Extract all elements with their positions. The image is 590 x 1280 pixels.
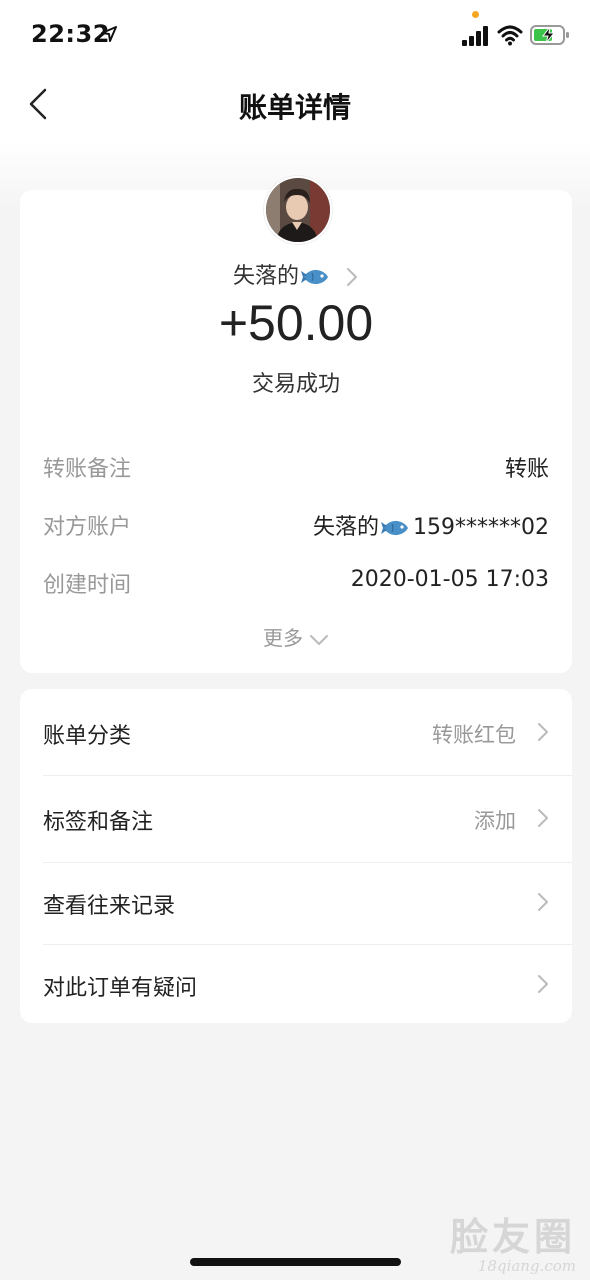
counterparty-account: 159******02 bbox=[413, 515, 549, 540]
status-time: 22:32 bbox=[31, 20, 110, 48]
menu-item-transaction-history[interactable]: 查看往来记录 bbox=[20, 863, 572, 944]
detail-row-created-time: 创建时间 2020-01-05 17:03 bbox=[43, 567, 549, 601]
chevron-right-icon bbox=[347, 268, 357, 286]
menu-label: 账单分类 bbox=[43, 724, 132, 749]
page-title: 账单详情 bbox=[238, 91, 351, 124]
wifi-icon bbox=[497, 25, 523, 46]
transaction-summary-card: 失落的 +50.00 交易成功 转账备注 转账 对方账户 失落的 159****… bbox=[20, 176, 572, 673]
detail-row-remark: 转账备注 转账 bbox=[43, 451, 549, 485]
status-bar: 22:32 bbox=[0, 0, 590, 72]
avatar-image bbox=[266, 178, 330, 242]
menu-item-bill-category[interactable]: 账单分类 转账红包 bbox=[20, 689, 572, 775]
menu-item-tags-notes[interactable]: 标签和备注 添加 bbox=[20, 776, 572, 862]
menu-value: 添加 bbox=[474, 809, 516, 833]
chevron-right-icon bbox=[538, 975, 548, 993]
chevron-right-icon bbox=[538, 893, 548, 911]
fish-emoji-icon bbox=[301, 269, 328, 285]
watermark: 脸友圈 18qiang.com bbox=[450, 1206, 576, 1275]
detail-value: 失落的 159******02 bbox=[313, 509, 549, 541]
bill-actions-card: 账单分类 转账红包 标签和备注 添加 查看往来记录 对此订单有疑问 bbox=[20, 689, 572, 1023]
menu-label: 查看往来记录 bbox=[43, 894, 176, 919]
battery-charging-icon bbox=[530, 25, 569, 45]
detail-value: 2020-01-05 17:03 bbox=[350, 567, 549, 592]
detail-label: 转账备注 bbox=[43, 457, 132, 482]
chevron-down-icon bbox=[310, 634, 328, 645]
fish-emoji-icon bbox=[381, 520, 408, 536]
menu-label: 对此订单有疑问 bbox=[43, 976, 198, 1001]
counterparty-name: 失落的 bbox=[312, 515, 379, 540]
detail-row-counterparty: 对方账户 失落的 159******02 bbox=[43, 509, 549, 543]
navigation-bar: 账单详情 bbox=[0, 72, 590, 136]
transaction-amount: +50.00 bbox=[218, 295, 374, 351]
menu-value: 转账红包 bbox=[432, 723, 516, 747]
payee-name-row[interactable]: 失落的 bbox=[20, 258, 572, 290]
more-details-button[interactable]: 更多 bbox=[20, 622, 572, 651]
detail-label: 对方账户 bbox=[43, 515, 132, 540]
home-indicator[interactable] bbox=[190, 1258, 401, 1266]
menu-item-order-question[interactable]: 对此订单有疑问 bbox=[20, 945, 572, 1023]
more-label: 更多 bbox=[263, 626, 303, 650]
detail-label: 创建时间 bbox=[43, 573, 132, 598]
payee-avatar[interactable] bbox=[264, 176, 332, 244]
menu-label: 标签和备注 bbox=[43, 810, 154, 835]
bill-detail-screen: 22:32 账单详情 失落的 +50.00 交易成功 转账备注 转账 对方账户 … bbox=[0, 0, 590, 1280]
transaction-status: 交易成功 bbox=[251, 372, 340, 397]
chevron-right-icon bbox=[538, 723, 548, 741]
location-arrow-icon bbox=[101, 26, 117, 42]
cellular-signal-icon bbox=[462, 26, 488, 46]
payee-name: 失落的 bbox=[232, 264, 299, 289]
detail-value: 转账 bbox=[504, 457, 549, 482]
watermark-logo: 脸友圈 bbox=[449, 1214, 576, 1259]
chevron-right-icon bbox=[538, 809, 548, 827]
privacy-indicator-dot bbox=[472, 11, 479, 18]
